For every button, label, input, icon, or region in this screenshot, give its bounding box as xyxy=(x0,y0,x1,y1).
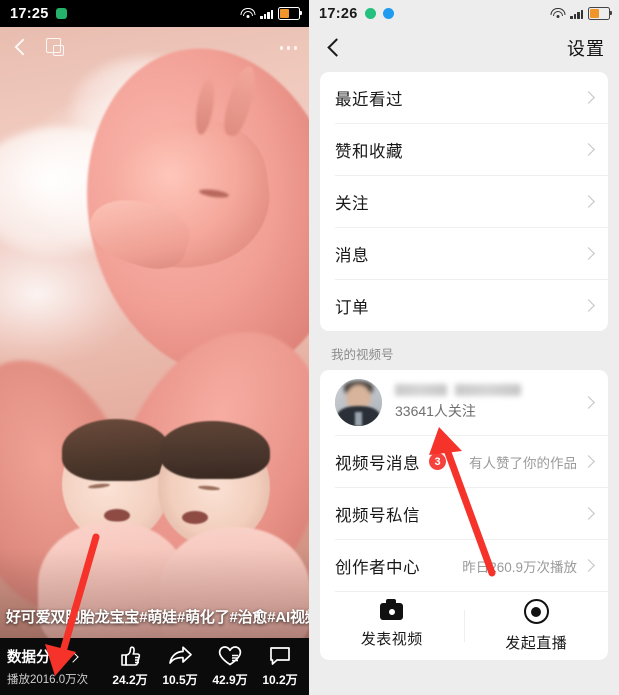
comment-icon xyxy=(270,647,290,665)
multi-window-icon[interactable] xyxy=(46,37,68,59)
engagement-stats: 24.2万 10.5万 42.9万 10.2万 xyxy=(105,645,309,688)
share-stat[interactable]: 10.5万 xyxy=(155,645,205,688)
sidebar-item-likes-favorites[interactable]: 赞和收藏 xyxy=(320,124,608,175)
blue-dot-icon xyxy=(382,8,394,19)
thumbs-up-icon xyxy=(121,646,141,666)
left-panel-video-player: 17:25 好可爱双胞胎龙宝宝#萌娃#萌化了#治愈#AI视频 数据分析 播放20… xyxy=(0,0,309,695)
row-value: 有人赞了你的作品 xyxy=(469,455,577,471)
heart-icon xyxy=(218,646,242,666)
channel-actions: 发表视频 发起直播 xyxy=(320,592,608,660)
video-frame[interactable] xyxy=(0,27,309,695)
chevron-right-icon xyxy=(582,195,595,208)
video-top-bar xyxy=(0,27,309,69)
chevron-right-icon xyxy=(582,507,595,520)
like-stat[interactable]: 24.2万 xyxy=(105,645,155,688)
play-count-label: 播放2016.0万次 xyxy=(7,674,89,686)
status-right-icons xyxy=(550,7,613,20)
sidebar-item-recent[interactable]: 最近看过 xyxy=(320,72,608,123)
chevron-right-icon xyxy=(582,91,595,104)
battery-icon xyxy=(278,7,303,20)
stat-value: 10.2万 xyxy=(262,673,298,687)
row-label: 关注 xyxy=(335,194,369,213)
record-circle-icon xyxy=(523,599,549,624)
stat-value: 10.5万 xyxy=(162,673,198,687)
back-chevron-icon[interactable] xyxy=(323,37,345,59)
chevron-right-icon xyxy=(582,299,595,312)
post-video-button[interactable]: 发表视频 xyxy=(320,592,464,660)
back-chevron-icon[interactable] xyxy=(8,36,32,60)
action-label: 发起直播 xyxy=(505,635,568,652)
signal-icon xyxy=(570,8,583,19)
settings-nav-bar: 设置 xyxy=(309,27,619,69)
data-analysis-row[interactable]: 数据分析 xyxy=(7,646,105,667)
account-name-redacted xyxy=(395,384,521,396)
video-caption: 好可爱双胞胎龙宝宝#萌娃#萌化了#治愈#AI视频 xyxy=(6,609,309,626)
sidebar-item-orders[interactable]: 订单 xyxy=(320,280,608,331)
favorite-stat[interactable]: 42.9万 xyxy=(205,645,255,688)
data-analysis-label: 数据分析 xyxy=(7,650,65,666)
row-label: 视频号私信 xyxy=(335,506,420,525)
chevron-right-icon xyxy=(582,143,595,156)
section-label-my-channel: 我的视频号 xyxy=(331,348,394,362)
start-live-button[interactable]: 发起直播 xyxy=(465,592,609,660)
video-bottom-bar: 数据分析 播放2016.0万次 24.2万 10.5万 42.9万 10.2万 xyxy=(0,638,309,695)
account-row[interactable]: 33641人关注 xyxy=(320,370,608,435)
status-time: 17:25 xyxy=(10,5,49,22)
my-channel-card: 33641人关注 视频号消息 3 有人赞了你的作品 视频号私信 创作者中心 昨日… xyxy=(320,370,608,660)
status-badge: 3 xyxy=(429,453,446,470)
channel-dm-row[interactable]: 视频号私信 xyxy=(320,488,608,539)
row-label: 创作者中心 xyxy=(335,558,420,577)
creator-center-row[interactable]: 创作者中心 昨日260.9万次播放 xyxy=(320,540,608,591)
settings-list-card: 最近看过 赞和收藏 关注 消息 订单 xyxy=(320,72,608,331)
sync-icon xyxy=(364,8,376,19)
avatar xyxy=(335,379,382,426)
channel-messages-row[interactable]: 视频号消息 3 有人赞了你的作品 xyxy=(320,436,608,487)
bottom-vignette xyxy=(0,27,309,695)
row-label: 最近看过 xyxy=(335,90,403,109)
sidebar-item-following[interactable]: 关注 xyxy=(320,176,608,227)
wifi-icon xyxy=(240,7,256,20)
action-label: 发表视频 xyxy=(360,631,423,648)
chevron-right-icon xyxy=(582,396,595,409)
left-status-bar: 17:25 xyxy=(0,0,309,27)
status-time: 17:26 xyxy=(319,5,358,22)
row-label: 视频号消息 xyxy=(335,454,420,473)
data-analysis-block[interactable]: 数据分析 播放2016.0万次 xyxy=(0,646,105,687)
row-label: 赞和收藏 xyxy=(335,142,403,161)
share-arrow-icon xyxy=(169,646,192,664)
wechat-green-icon xyxy=(55,8,67,19)
page-title: 设置 xyxy=(567,39,605,59)
row-label: 订单 xyxy=(335,298,369,317)
wifi-icon xyxy=(550,7,566,20)
dual-screenshot: 17:25 好可爱双胞胎龙宝宝#萌娃#萌化了#治愈#AI视频 数据分析 播放20… xyxy=(0,0,619,695)
stat-value: 24.2万 xyxy=(112,673,148,687)
right-panel-settings: 17:26 设置 最近看过 赞和收藏 关注 消息 订单 我的视频号 33641人… xyxy=(309,0,619,695)
chevron-right-icon xyxy=(582,247,595,260)
status-right-icons xyxy=(240,7,303,20)
more-options-icon[interactable] xyxy=(279,46,297,50)
follower-count: 33641人关注 xyxy=(395,403,476,419)
signal-icon xyxy=(260,8,273,19)
row-value: 昨日260.9万次播放 xyxy=(462,559,577,575)
sidebar-item-messages[interactable]: 消息 xyxy=(320,228,608,279)
chevron-right-icon xyxy=(67,650,79,663)
chevron-right-icon xyxy=(582,559,595,572)
battery-icon xyxy=(588,7,613,20)
row-label: 消息 xyxy=(335,246,369,265)
chevron-right-icon xyxy=(582,455,595,468)
stat-value: 42.9万 xyxy=(212,673,248,687)
right-status-bar: 17:26 xyxy=(309,0,619,27)
camera-icon xyxy=(380,599,404,620)
comment-stat[interactable]: 10.2万 xyxy=(255,645,305,688)
